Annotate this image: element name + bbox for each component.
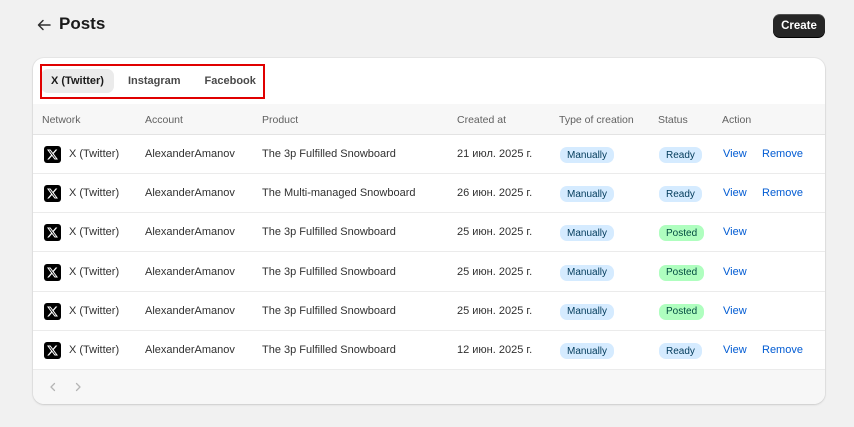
remove-link[interactable]: Remove <box>762 344 803 356</box>
created-at-cell: 25 июн. 2025 г. <box>457 304 533 317</box>
creation-type-badge: Manually <box>560 186 615 203</box>
view-link[interactable]: View <box>723 187 747 199</box>
view-link[interactable]: View <box>723 305 747 317</box>
table-header: Network Account Product Created at Type … <box>33 104 825 135</box>
column-product: Product <box>262 114 299 126</box>
account-cell: AlexanderAmanov <box>145 344 235 356</box>
table-row: X (Twitter) AlexanderAmanov The 3p Fulfill… <box>33 213 825 253</box>
table-row: X (Twitter) AlexanderAmanov The 3p Fulfill… <box>33 253 825 292</box>
table-row: X (Twitter) AlexanderAmanov The 3p Fulfill… <box>33 135 825 174</box>
x-logo-icon <box>44 342 61 359</box>
view-link[interactable]: View <box>723 266 747 278</box>
tab-facebook[interactable]: Facebook <box>195 69 266 93</box>
network-cell: X (Twitter) <box>69 226 120 239</box>
network-cell: X (Twitter) <box>69 265 120 278</box>
column-status: Status <box>658 114 688 126</box>
remove-link[interactable]: Remove <box>762 187 803 199</box>
table-row: X (Twitter) AlexanderAmanov The 3p Fulfill… <box>33 331 825 370</box>
column-created-at: Created at <box>457 114 507 126</box>
page-title: Posts <box>59 14 106 33</box>
product-cell: The 3p Fulfilled Snowboard <box>262 344 396 356</box>
page-header: Posts Create <box>0 0 854 52</box>
account-cell: AlexanderAmanov <box>145 265 235 278</box>
creation-type-badge: Manually <box>560 147 615 163</box>
creation-type-badge: Manually <box>560 343 615 359</box>
creation-type-badge: Manually <box>560 303 615 320</box>
status-badge: Ready <box>659 186 702 203</box>
account-cell: AlexanderAmanov <box>145 148 235 160</box>
created-at-cell: 26 июн. 2025 г. <box>457 187 533 200</box>
chevron-left-icon <box>50 382 56 392</box>
network-cell: X (Twitter) <box>69 344 120 356</box>
view-link[interactable]: View <box>723 148 747 160</box>
view-link[interactable]: View <box>723 226 747 238</box>
network-tabs: X (Twitter) Instagram Facebook <box>41 69 266 97</box>
table-row: X (Twitter) AlexanderAmanov The Multi-mana… <box>33 174 825 214</box>
status-badge: Ready <box>659 343 702 359</box>
status-badge: Ready <box>659 147 702 163</box>
remove-link[interactable]: Remove <box>762 148 803 160</box>
create-button[interactable]: Create <box>773 14 825 37</box>
product-cell: The Multi-managed Snowboard <box>262 187 416 200</box>
network-cell: X (Twitter) <box>69 187 120 200</box>
column-action: Action <box>722 114 752 126</box>
network-cell: X (Twitter) <box>69 148 120 160</box>
column-network: Network <box>42 114 81 126</box>
product-cell: The 3p Fulfilled Snowboard <box>262 304 396 317</box>
creation-type-badge: Manually <box>560 264 615 281</box>
chevron-right-icon <box>75 382 81 392</box>
tab-x-twitter[interactable]: X (Twitter) <box>41 69 114 93</box>
column-account: Account <box>145 114 183 126</box>
network-cell: X (Twitter) <box>69 304 120 317</box>
product-cell: The 3p Fulfilled Snowboard <box>262 265 396 278</box>
column-type-of-creation: Type of creation <box>559 114 634 126</box>
pagination-footer <box>33 370 825 404</box>
x-logo-icon <box>44 302 61 320</box>
view-link[interactable]: View <box>723 344 747 356</box>
product-cell: The 3p Fulfilled Snowboard <box>262 148 396 160</box>
x-logo-icon <box>44 224 61 242</box>
previous-page-button[interactable] <box>45 379 61 395</box>
created-at-cell: 21 июл. 2025 г. <box>457 148 533 160</box>
x-logo-icon <box>44 146 61 163</box>
arrow-left-icon <box>37 19 51 31</box>
posts-card: X (Twitter) Instagram Facebook Network A… <box>33 58 825 404</box>
account-cell: AlexanderAmanov <box>145 304 235 317</box>
x-logo-icon <box>44 185 61 203</box>
product-cell: The 3p Fulfilled Snowboard <box>262 226 396 239</box>
status-badge: Posted <box>659 264 705 281</box>
x-logo-icon <box>44 263 61 281</box>
table-row: X (Twitter) AlexanderAmanov The 3p Fulfill… <box>33 292 825 331</box>
created-at-cell: 25 июн. 2025 г. <box>457 265 533 278</box>
created-at-cell: 25 июн. 2025 г. <box>457 226 533 239</box>
tab-instagram[interactable]: Instagram <box>118 69 191 93</box>
account-cell: AlexanderAmanov <box>145 226 235 239</box>
account-cell: AlexanderAmanov <box>145 187 235 200</box>
next-page-button[interactable] <box>70 379 86 395</box>
back-button[interactable] <box>34 15 54 35</box>
creation-type-badge: Manually <box>560 225 615 242</box>
status-badge: Posted <box>659 225 705 242</box>
status-badge: Posted <box>659 303 705 320</box>
created-at-cell: 12 июн. 2025 г. <box>457 344 533 356</box>
